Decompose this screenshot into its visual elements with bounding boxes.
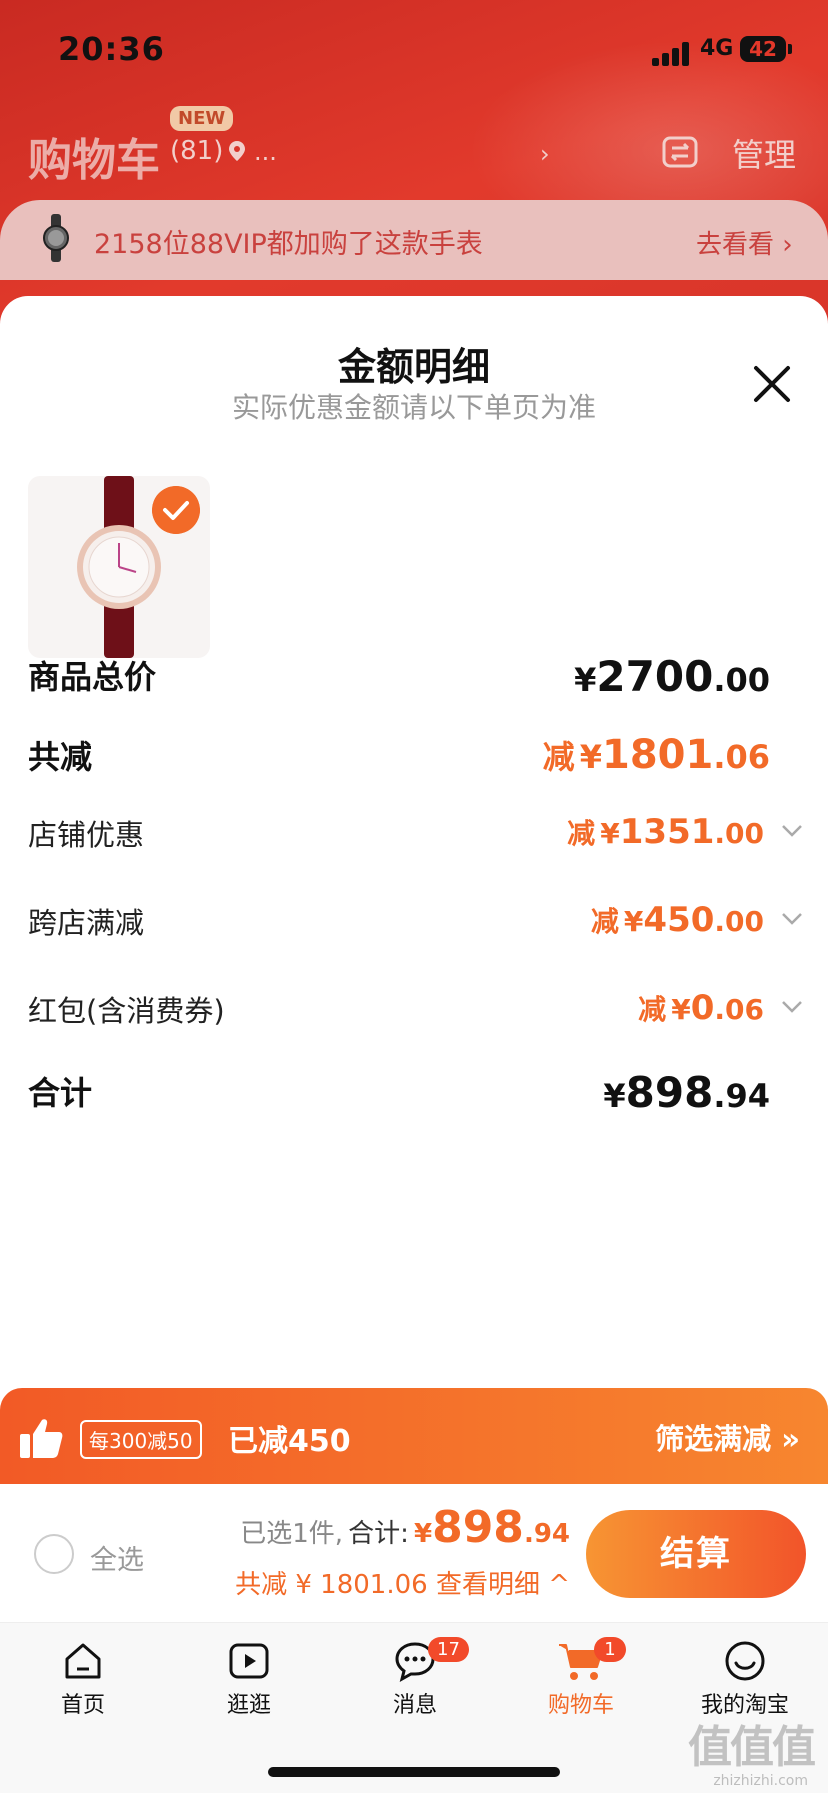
status-time: 20:36 [58,30,165,68]
tab-label: 逛逛 [226,1693,271,1718]
chevron-down-icon[interactable] [780,818,804,842]
home-indicator [268,1767,560,1777]
yen-sign: ¥ [603,1077,626,1115]
chevron-down-icon[interactable] [780,994,804,1018]
vip-banner-action[interactable]: 去看看 › [696,224,793,261]
bottom-tab-bar: 首页 逛逛 17 消息 1 购物车 我的淘宝 值值值 zhizhizhi.com [0,1622,828,1793]
close-icon[interactable] [750,362,794,406]
row-amount: 减 ¥1801.06 [543,732,770,778]
row-label: 合计 [28,1074,93,1112]
watermark-url: zhizhizhi.com [713,1773,808,1789]
tab-label: 消息 [392,1693,437,1718]
amount-int: 1801 [601,732,714,778]
amount-dec: .06 [714,993,764,1026]
row-label: 跨店满减 [28,906,145,940]
row-amount: 减 ¥0.06 [638,988,764,1028]
amount-dec: .94 [713,1077,770,1115]
yen-sign: ¥ [600,817,620,850]
location-icon[interactable] [228,140,246,162]
battery-icon: 42 [740,36,792,62]
row-label: 店铺优惠 [28,818,145,852]
row-label: 红包(含消费券) [28,994,225,1028]
amount-dec: .00 [714,817,764,850]
yen-sign: ¥ [671,993,691,1026]
manage-button[interactable]: 管理 [732,130,796,176]
yen-sign: ¥ [579,738,602,776]
row-amount: ¥2700.00 [574,652,770,701]
amount-dec: .00 [714,905,764,938]
network-type: 4G [700,36,734,61]
discount-prefix: 减 [638,993,667,1026]
yen-sign: ¥ [413,1519,433,1549]
yen-sign: ¥ [574,661,597,699]
watch-thumbnail-icon [43,214,69,262]
chevron-down-icon[interactable] [780,906,804,930]
signal-icon [652,42,692,66]
page-title: 购物车 [28,135,160,186]
selected-total: 已选1件, 合计: ¥898.94 [240,1502,570,1553]
row-amount: ¥898.94 [603,1068,770,1117]
cart-count: (81) [170,136,224,166]
smiley-icon [725,1641,765,1681]
status-bar: 20:36 4G 42 [0,28,828,72]
select-all-label[interactable]: 全选 [90,1538,144,1577]
messages-badge: 17 [428,1637,469,1662]
checkout-bar: 全选 已选1件, 合计: ¥898.94 共减 ¥ 1801.06 查看明细 ^… [0,1484,828,1622]
tab-messages[interactable]: 17 消息 [332,1637,498,1739]
sheet-subtitle: 实际优惠金额请以下单页为准 [231,391,596,424]
selected-check-icon[interactable] [152,486,200,534]
tab-cart[interactable]: 1 购物车 [498,1637,664,1739]
amount-detail-sheet: 金额明细 实际优惠金额请以下单页为准 商品总价 ¥2700.00 共减 减 ¥1… [0,296,828,1396]
filter-discount-link[interactable]: 筛选满减 » [655,1416,800,1458]
select-all-radio[interactable] [34,1534,74,1574]
tab-home[interactable]: 首页 [0,1639,166,1739]
amount-int: 898 [625,1068,714,1117]
vip-banner[interactable]: 2158位88VIP都加购了这款手表 去看看 › [0,200,828,280]
sheet-title: 金额明细 [337,345,490,389]
selected-count: 已选1件, [240,1519,344,1549]
amount-int: 450 [643,900,715,940]
yen-sign: ¥ [623,905,644,938]
video-icon [229,1643,269,1679]
amount-dec: .06 [713,738,770,776]
amount-dec: .00 [713,661,770,699]
tab-label: 购物车 [547,1693,614,1718]
amount-int: 2700 [596,652,714,701]
promo-tag: 每300减50 [80,1420,202,1459]
promo-reduced: 已减450 [228,1424,351,1459]
promo-bar[interactable]: 每300减50 已减450 筛选满减 » [0,1388,828,1484]
swap-icon[interactable] [660,132,700,172]
amount-int: 0 [690,988,715,1028]
chevron-right-icon[interactable]: › [540,140,550,168]
discount-prefix: 减 [542,738,575,776]
discount-prefix: 减 [590,905,619,938]
total-dec: .94 [523,1519,570,1549]
new-badge: NEW [170,106,234,131]
row-label: 共减 [28,738,93,776]
tab-label: 首页 [60,1693,105,1718]
total-int: 898 [432,1502,524,1553]
total-label: 合计: [348,1519,409,1549]
row-label: 商品总价 [28,658,157,696]
home-icon [65,1643,101,1679]
cart-header: 购物车 NEW (81) ... › 管理 [0,106,828,190]
row-amount: 减 ¥1351.00 [567,812,764,852]
vip-banner-text: 2158位88VIP都加购了这款手表 [94,229,483,260]
cart-badge: 1 [594,1637,626,1662]
checkout-button[interactable]: 结算 [586,1510,806,1598]
location-text[interactable]: ... [254,138,277,166]
view-detail-link[interactable]: 共减 ¥ 1801.06 查看明细 ^ [235,1564,570,1601]
watermark-logo: 值值值 [688,1722,816,1773]
row-amount: 减 ¥450.00 [591,900,764,940]
tab-browse[interactable]: 逛逛 [166,1639,332,1739]
thumbs-up-icon [20,1419,63,1458]
discount-prefix: 减 [567,817,596,850]
amount-int: 1351 [619,812,715,852]
